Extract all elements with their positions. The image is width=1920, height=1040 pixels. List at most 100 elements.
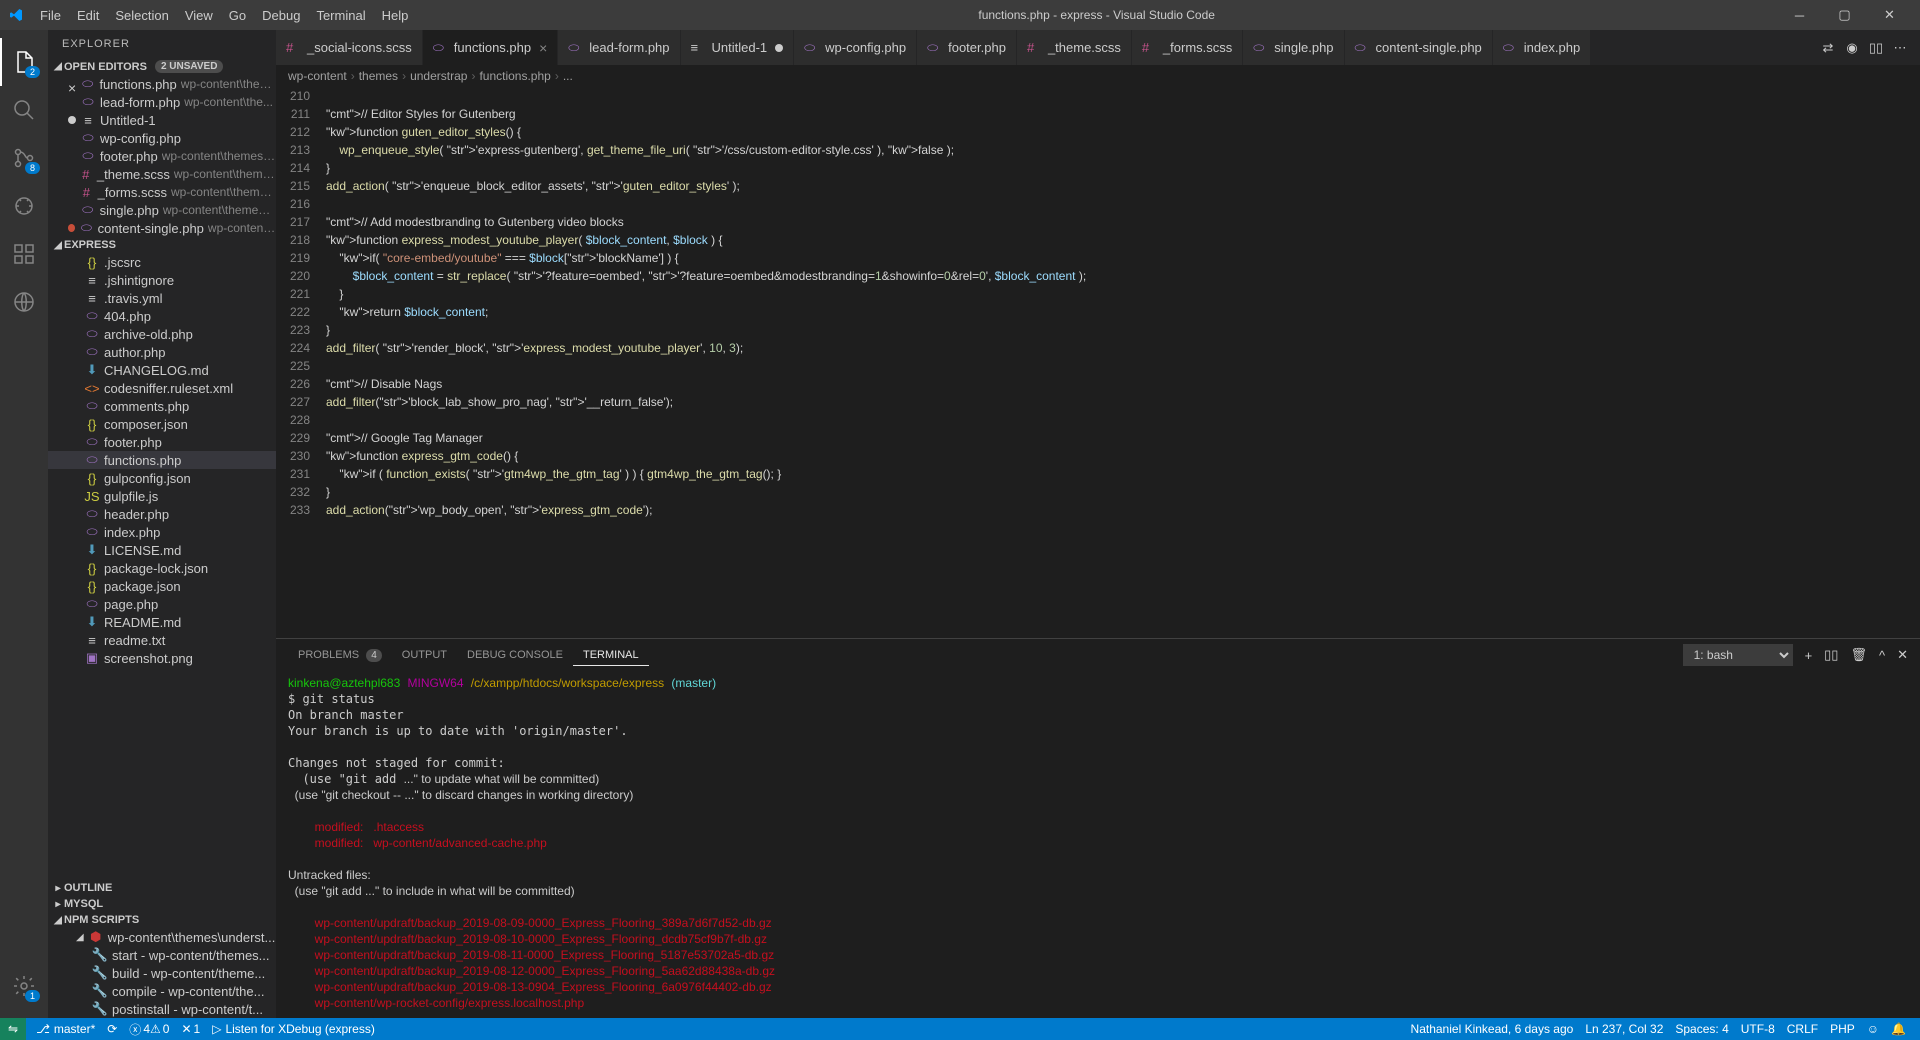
editor-tab[interactable]: ⬭functions.php× [423,30,559,65]
menu-view[interactable]: View [177,8,221,23]
file-item[interactable]: ⬭404.php [48,307,276,325]
file-item[interactable]: {}package-lock.json [48,559,276,577]
npm-folder[interactable]: ◢ ⬢ wp-content\themes\underst... [48,928,276,946]
problems-tab[interactable]: PROBLEMS 4 [288,645,392,665]
terminal-tab[interactable]: TERMINAL [573,645,649,666]
close-panel-button[interactable]: ✕ [1897,647,1908,663]
close-icon[interactable]: × [68,80,76,88]
search-icon[interactable] [0,86,48,134]
project-header[interactable]: ◢ EXPRESS [48,237,276,253]
debug-target[interactable]: ▷ Listen for XDebug (express) [206,1018,381,1040]
file-item[interactable]: ≡.travis.yml [48,289,276,307]
new-terminal-button[interactable]: + [1805,648,1813,663]
open-changes-icon[interactable]: ◉ [1840,36,1864,60]
settings-icon[interactable]: 1 [0,962,48,1010]
file-item[interactable]: ⬭page.php [48,595,276,613]
file-item[interactable]: JSgulpfile.js [48,487,276,505]
editor-tab[interactable]: #_forms.scss [1132,30,1243,65]
file-item[interactable]: ⬭comments.php [48,397,276,415]
breadcrumb-item[interactable]: functions.php [479,69,550,83]
file-item[interactable]: ≡readme.txt [48,631,276,649]
more-actions-icon[interactable]: ⋯ [1888,36,1912,60]
open-editor-item[interactable]: ⬭lead-form.phpwp-content\the... [48,93,276,111]
menu-selection[interactable]: Selection [107,8,176,23]
split-terminal-button[interactable]: ▯▯ [1824,647,1838,663]
npm-script-item[interactable]: 🔧build - wp-content/theme... [48,964,276,982]
file-item[interactable]: ⬇CHANGELOG.md [48,361,276,379]
compare-icon[interactable]: ⇄ [1816,36,1840,60]
file-item[interactable]: ⬭functions.php [48,451,276,469]
editor-tab[interactable]: #_theme.scss [1017,30,1132,65]
menu-edit[interactable]: Edit [69,8,107,23]
explorer-icon[interactable]: 2 [0,38,48,86]
encoding[interactable]: UTF-8 [1735,1018,1781,1040]
npm-script-item[interactable]: 🔧start - wp-content/themes... [48,946,276,964]
editor-tab[interactable]: ⬭footer.php [917,30,1017,65]
mysql-header[interactable]: ▸ MYSQL [48,896,276,912]
breadcrumb-item[interactable]: ... [563,69,573,83]
feedback-icon[interactable]: ☺ [1861,1018,1885,1040]
close-tab-icon[interactable]: × [539,40,547,56]
editor-tab[interactable]: ⬭lead-form.php [558,30,680,65]
file-item[interactable]: ⬭index.php [48,523,276,541]
eol[interactable]: CRLF [1781,1018,1824,1040]
source-control-icon[interactable]: 8 [0,134,48,182]
sync-button[interactable]: ⟳ [101,1018,123,1040]
file-item[interactable]: ⬇LICENSE.md [48,541,276,559]
open-editor-item[interactable]: ⬭footer.phpwp-content\themes\... [48,147,276,165]
debug-icon[interactable] [0,182,48,230]
kill-terminal-button[interactable]: 🗑 [1850,647,1867,663]
branch-indicator[interactable]: ⎇ master* [30,1018,101,1040]
npm-script-item[interactable]: 🔧compile - wp-content/the... [48,982,276,1000]
maximize-button[interactable]: ▢ [1822,0,1867,30]
output-tab[interactable]: OUTPUT [392,645,457,665]
breadcrumb-item[interactable]: understrap [410,69,467,83]
errors-indicator[interactable]: ⓧ 4 ⚠ 0 [123,1018,175,1040]
menu-file[interactable]: File [32,8,69,23]
editor-tab[interactable]: ⬭wp-config.php [794,30,917,65]
breadcrumbs[interactable]: wp-content›themes›understrap›functions.p… [276,65,1920,87]
editor-tab[interactable]: #_social-icons.scss [276,30,423,65]
editor-tab[interactable]: ≡Untitled-1 [681,30,795,65]
code-content[interactable]: "cmt">// Editor Styles for Gutenberg "kw… [326,87,1920,638]
indentation[interactable]: Spaces: 4 [1669,1018,1734,1040]
open-editor-item[interactable]: #_theme.scsswp-content\themes\... [48,165,276,183]
file-item[interactable]: {}.jscsrc [48,253,276,271]
file-item[interactable]: ≡.jshintignore [48,271,276,289]
file-item[interactable]: ⬭footer.php [48,433,276,451]
cursor-position[interactable]: Ln 237, Col 32 [1579,1018,1669,1040]
menu-help[interactable]: Help [374,8,417,23]
terminal-content[interactable]: kinkena@aztehpl683 MINGW64 /c/xampp/htdo… [276,671,1920,1018]
file-item[interactable]: ⬭archive-old.php [48,325,276,343]
npm-script-item[interactable]: 🔧postinstall - wp-content/t... [48,1000,276,1018]
menu-debug[interactable]: Debug [254,8,308,23]
npm-header[interactable]: ◢ NPM SCRIPTS [48,912,276,928]
file-item[interactable]: {}package.json [48,577,276,595]
file-item[interactable]: ▣screenshot.png [48,649,276,667]
open-editor-item[interactable]: ⬭single.phpwp-content\themes\... [48,201,276,219]
outline-header[interactable]: ▸ OUTLINE [48,880,276,896]
open-editors-header[interactable]: ◢ OPEN EDITORS 2 UNSAVED [48,58,276,75]
other-indicator[interactable]: ✕ 1 [175,1018,206,1040]
remote-indicator[interactable]: ⇋ [0,1018,26,1040]
maximize-panel-button[interactable]: ^ [1879,648,1885,663]
open-editor-item[interactable]: ⬭content-single.phpwp-content\t... [48,219,276,237]
language-mode[interactable]: PHP [1824,1018,1861,1040]
menu-terminal[interactable]: Terminal [308,8,373,23]
close-button[interactable]: ✕ [1867,0,1912,30]
debug-console-tab[interactable]: DEBUG CONSOLE [457,645,573,665]
notifications-icon[interactable]: 🔔 [1885,1018,1912,1040]
menu-go[interactable]: Go [221,8,254,23]
editor-tab[interactable]: ⬭index.php [1493,30,1591,65]
open-editor-item[interactable]: ⬭wp-config.php [48,129,276,147]
open-editor-item[interactable]: ×⬭functions.phpwp-content\them... [48,75,276,93]
file-item[interactable]: <>codesniffer.ruleset.xml [48,379,276,397]
file-item[interactable]: {}composer.json [48,415,276,433]
terminal-selector[interactable]: 1: bash [1683,644,1793,666]
breadcrumb-item[interactable]: themes [359,69,398,83]
file-item[interactable]: ⬭header.php [48,505,276,523]
open-editor-item[interactable]: ≡Untitled-1 [48,111,276,129]
open-editor-item[interactable]: #_forms.scsswp-content\themes\... [48,183,276,201]
minimap[interactable] [1820,87,1920,638]
remote-icon[interactable] [0,278,48,326]
